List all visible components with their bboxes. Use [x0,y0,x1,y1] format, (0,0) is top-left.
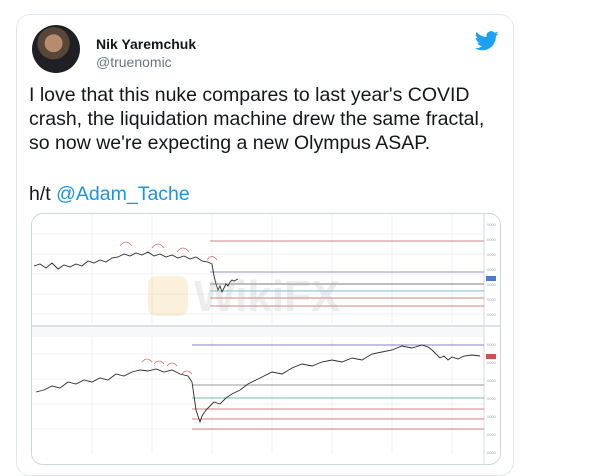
watermark-text: WikiFX [194,272,340,321]
svg-text:0000: 0000 [487,414,497,419]
avatar[interactable] [32,25,80,73]
bottom-price-chart: 0000 0000 0000 0000 0000 0000 0000 [32,327,500,464]
svg-text:0000: 0000 [487,450,497,455]
hat-tip-prefix: h/t [29,183,57,205]
tweet-card[interactable]: Nik Yaremchuk @truenomic I love that thi… [16,14,514,476]
svg-text:0000: 0000 [487,237,497,242]
watermark-logo: WikiFX [148,272,340,321]
hat-tip-line: h/t @Adam_Tache [29,183,190,206]
mention-link[interactable]: @Adam_Tache [56,183,190,205]
tweet-text: I love that this nuke compares to last y… [29,84,485,154]
svg-text:0000: 0000 [487,360,497,365]
svg-text:0000: 0000 [487,342,497,347]
svg-text:0000: 0000 [487,396,497,401]
author-handle[interactable]: @truenomic [96,54,172,70]
svg-text:0000: 0000 [487,222,497,227]
author-name[interactable]: Nik Yaremchuk [96,36,196,52]
twitter-bird-icon[interactable] [475,31,499,51]
chart-screenshot: 0000 0000 0000 0000 0000 0000 0000 000000000… [32,214,500,464]
svg-text:0000: 0000 [487,432,497,437]
svg-text:0000: 0000 [487,282,497,287]
svg-text:0000: 0000 [487,378,497,383]
svg-text:0000: 0000 [487,267,497,272]
tweet-media-image[interactable]: 0000 0000 0000 0000 0000 0000 0000 0000 … [31,213,501,465]
svg-text:0000: 0000 [487,312,497,317]
svg-text:0000: 0000 [487,297,497,302]
svg-text:0000: 0000 [487,252,497,257]
